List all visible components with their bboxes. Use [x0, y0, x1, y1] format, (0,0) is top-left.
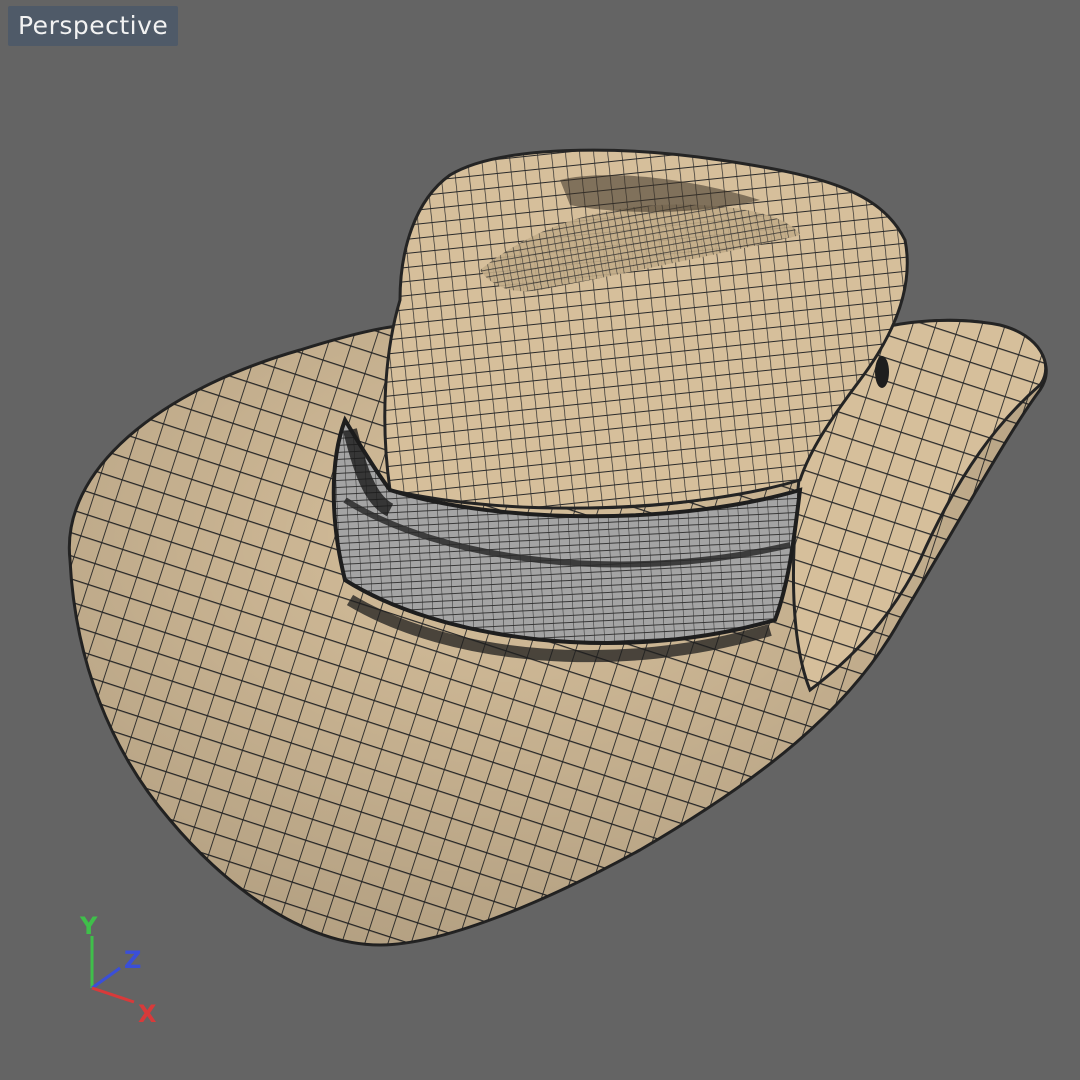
- x-axis-line: [91, 986, 135, 1004]
- x-axis-label: X: [138, 1000, 157, 1028]
- viewport-label[interactable]: Perspective: [8, 6, 179, 46]
- y-axis-label: Y: [79, 912, 98, 940]
- z-axis-label: Z: [124, 946, 141, 974]
- perspective-viewport[interactable]: Perspective Y Z X: [0, 0, 1080, 1080]
- z-axis-line: [91, 966, 121, 990]
- axis-gizmo: Y Z X: [79, 912, 157, 1028]
